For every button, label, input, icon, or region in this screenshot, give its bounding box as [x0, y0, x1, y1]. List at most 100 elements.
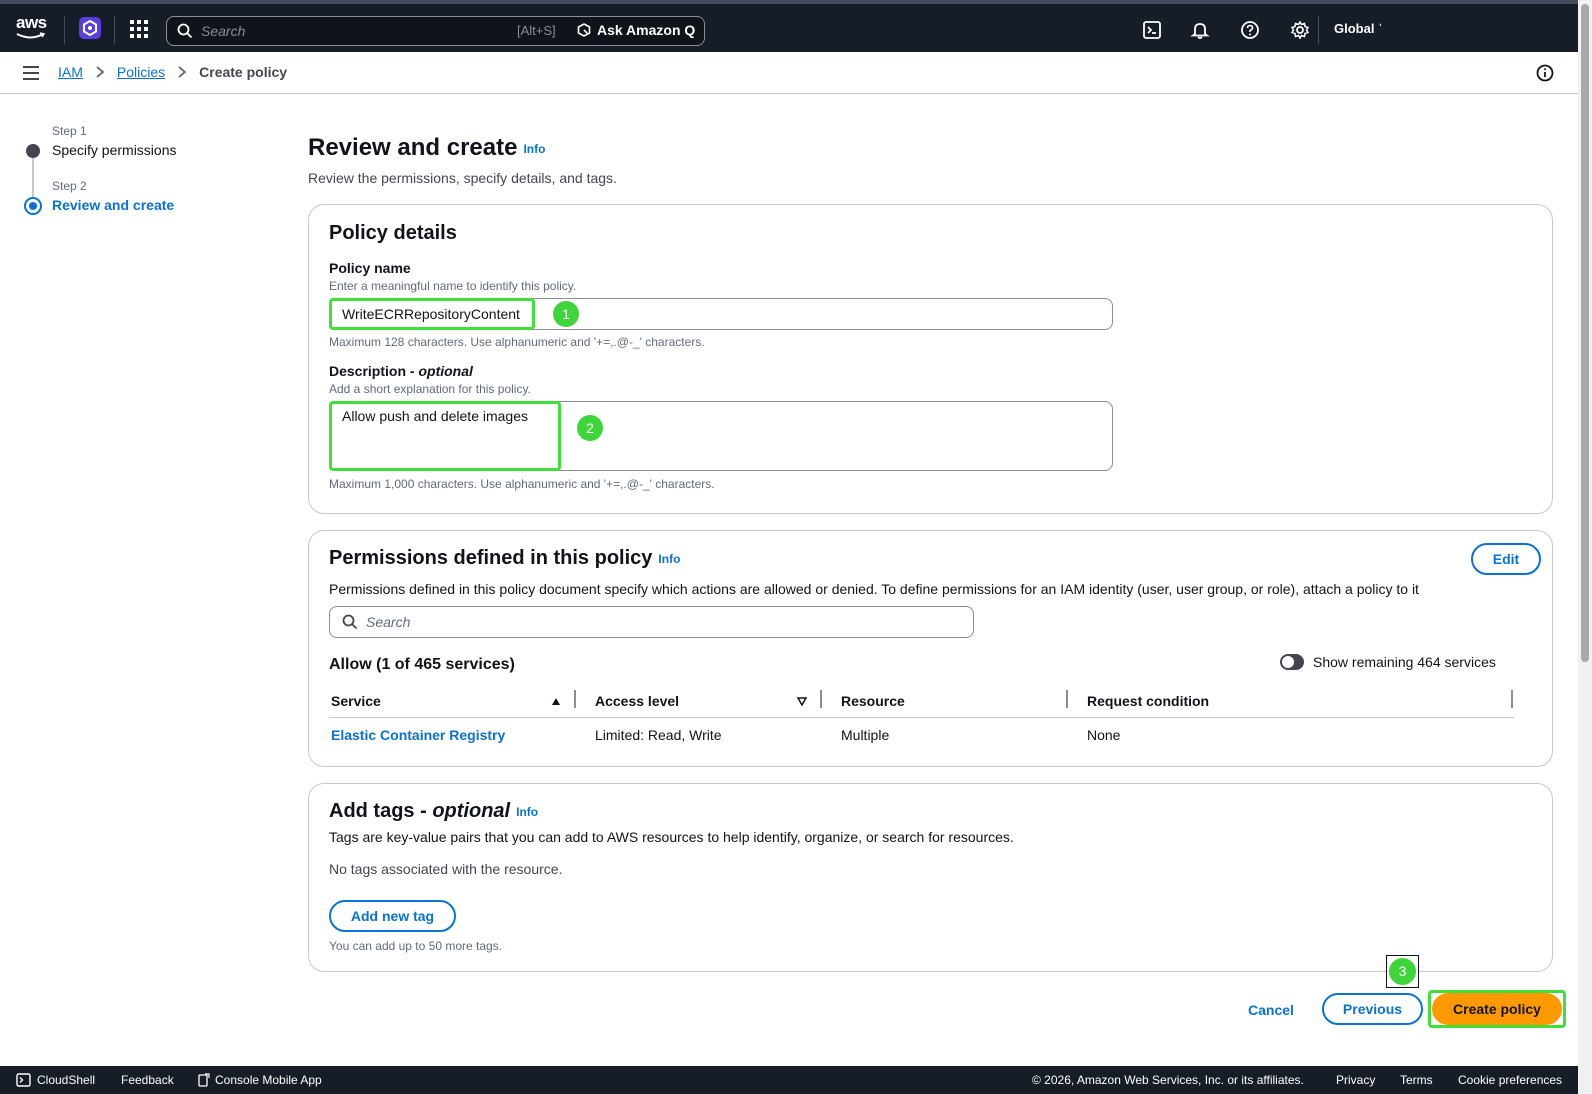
breadcrumb-current: Create policy [199, 64, 288, 80]
page-title: Review and create Info [308, 134, 545, 162]
policy-name-value: WriteECRRepositoryContent [342, 306, 520, 322]
breadcrumb-policies[interactable]: Policies [117, 64, 165, 80]
edit-label: Edit [1492, 551, 1520, 567]
region-label: Global [1334, 21, 1375, 36]
nav-divider [64, 16, 65, 44]
column-service[interactable]: Service [331, 693, 381, 709]
feedback-link[interactable]: Feedback [121, 1073, 174, 1087]
permissions-description: Permissions defined in this policy docum… [329, 581, 1419, 597]
console-mobile-app-label: Console Mobile App [215, 1073, 322, 1087]
tags-heading-text: Add tags - [329, 800, 433, 822]
chevron-down-icon: ˈ [1378, 21, 1383, 36]
help-icon[interactable] [1240, 20, 1260, 40]
ask-amazon-q-button[interactable]: Ask Amazon Q [577, 22, 695, 38]
step-2-number: Step 2 [52, 179, 87, 193]
privacy-link[interactable]: Privacy [1336, 1073, 1375, 1087]
step-2-label: Review and create [52, 197, 175, 213]
chevron-right-icon [178, 66, 187, 78]
terms-link[interactable]: Terms [1400, 1073, 1433, 1087]
scrollbar-thumb[interactable] [1581, 4, 1589, 662]
info-panel-icon[interactable] [1536, 64, 1554, 82]
permissions-heading: Permissions defined in this policy Info [329, 547, 680, 570]
column-divider[interactable] [574, 690, 576, 708]
table-row: Elastic Container Registry Limited: Read… [329, 727, 1514, 747]
copyright-text: © 2026, Amazon Web Services, Inc. or its… [1032, 1073, 1304, 1087]
settings-gear-icon[interactable] [1290, 20, 1310, 40]
tags-panel: Add tags - optional Info Tags are key-val… [308, 783, 1553, 972]
column-access-level[interactable]: Access level [595, 693, 679, 709]
request-condition-cell: None [1087, 727, 1121, 743]
permissions-search-input[interactable]: Search [329, 606, 974, 638]
cloudshell-icon [16, 1073, 31, 1087]
policy-name-constraint: Maximum 128 characters. Use alphanumeric… [329, 335, 705, 349]
permissions-panel: Permissions defined in this policy Info E… [308, 530, 1553, 767]
cloudshell-footer-link[interactable]: CloudShell [16, 1073, 95, 1087]
policy-name-input[interactable]: WriteECRRepositoryContent [329, 298, 1113, 330]
show-remaining-label: Show remaining 464 services [1313, 654, 1496, 670]
tags-empty-message: No tags associated with the resource. [329, 861, 563, 877]
description-textarea[interactable]: Allow push and delete images [329, 401, 1113, 471]
policy-name-hint: Enter a meaningful name to identify this… [329, 279, 577, 293]
amazon-q-icon[interactable] [78, 16, 102, 40]
sort-descending-icon[interactable] [797, 697, 807, 706]
breadcrumb-iam[interactable]: IAM [58, 64, 83, 80]
permissions-heading-text: Permissions defined in this policy [329, 547, 653, 569]
cloudshell-icon[interactable] [1142, 20, 1162, 40]
show-remaining-toggle[interactable] [1280, 654, 1304, 670]
permissions-info-link[interactable]: Info [658, 552, 680, 566]
amazon-q-small-icon [577, 23, 591, 37]
breadcrumb: IAM Policies Create policy [58, 64, 287, 80]
services-menu-icon[interactable] [130, 20, 148, 38]
permissions-search-placeholder: Search [366, 614, 411, 630]
add-new-tag-button[interactable]: Add new tag [329, 900, 456, 932]
column-divider[interactable] [1066, 690, 1068, 708]
description-hint: Add a short explanation for this policy. [329, 382, 531, 396]
aws-logo-text: aws [16, 13, 47, 32]
page-info-link[interactable]: Info [523, 142, 545, 156]
search-icon [177, 23, 193, 39]
cookie-preferences-link[interactable]: Cookie preferences [1458, 1073, 1562, 1087]
description-label: Description - optional [329, 363, 473, 379]
create-policy-label: Create policy [1453, 1001, 1541, 1017]
annotation-badge-1: 1 [553, 301, 579, 327]
annotation-badge-3: 3 [1389, 958, 1416, 985]
console-mobile-app-link[interactable]: Console Mobile App [198, 1073, 322, 1087]
policy-details-panel: Policy details Policy name Enter a meani… [308, 204, 1553, 514]
console-footer: CloudShell Feedback Console Mobile App ©… [0, 1066, 1578, 1094]
top-navigation: aws Search [Alt+S] Ask Amazon Q Global ˈ [0, 0, 1578, 52]
description-constraint: Maximum 1,000 characters. Use alphanumer… [329, 477, 715, 491]
step-1-label[interactable]: Specify permissions [52, 142, 177, 158]
nav-divider [114, 16, 115, 44]
page-title-text: Review and create [308, 134, 518, 161]
add-new-tag-label: Add new tag [350, 908, 435, 924]
aws-logo[interactable]: aws [16, 14, 50, 40]
step-1-indicator [26, 144, 40, 158]
sort-ascending-icon[interactable] [551, 697, 561, 706]
region-selector[interactable]: Global ˈ [1334, 21, 1382, 36]
column-divider[interactable] [820, 690, 822, 708]
mobile-app-icon [198, 1073, 210, 1087]
description-label-text: Description - [329, 363, 419, 379]
annotation-badge-2: 2 [577, 415, 603, 441]
description-optional: optional [418, 363, 473, 379]
permissions-table-header: Service Access level Resource Request co… [329, 686, 1514, 718]
tags-info-link[interactable]: Info [516, 805, 538, 819]
global-search-input[interactable]: Search [Alt+S] Ask Amazon Q [166, 16, 705, 46]
hamburger-menu-icon[interactable] [23, 66, 39, 80]
edit-permissions-button[interactable]: Edit [1471, 543, 1541, 575]
column-request-condition: Request condition [1087, 693, 1210, 709]
notifications-bell-icon[interactable] [1190, 20, 1210, 40]
aws-smile-icon [16, 32, 46, 39]
previous-button[interactable]: Previous [1322, 993, 1423, 1025]
cancel-button[interactable]: Cancel [1248, 1002, 1294, 1018]
column-divider[interactable] [1511, 690, 1513, 708]
description-value: Allow push and delete images [342, 408, 529, 424]
page-subtitle: Review the permissions, specify details,… [308, 170, 617, 186]
step-2-indicator [24, 197, 42, 215]
search-shortcut-hint: [Alt+S] [517, 23, 556, 38]
access-level-cell: Limited: Read, Write [595, 727, 722, 743]
create-policy-button[interactable]: Create policy [1432, 993, 1562, 1025]
resource-cell: Multiple [841, 727, 890, 743]
service-link[interactable]: Elastic Container Registry [331, 727, 505, 743]
column-resource: Resource [841, 693, 905, 709]
